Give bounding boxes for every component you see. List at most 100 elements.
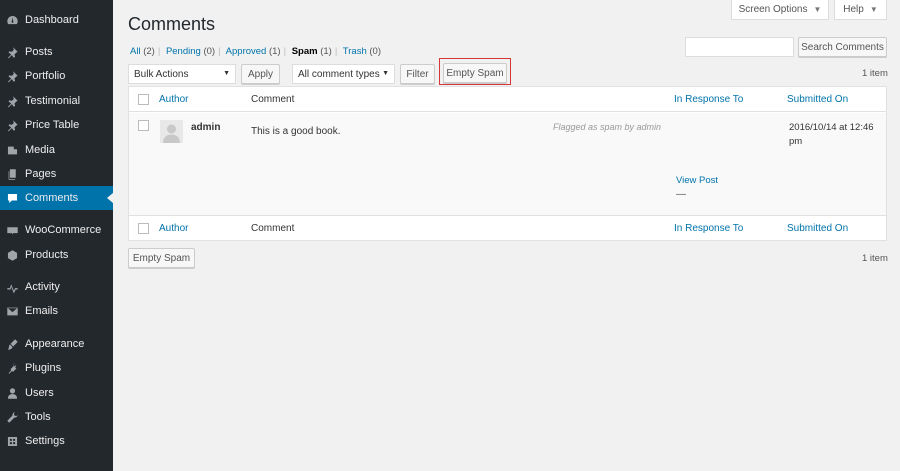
column-in-response-to[interactable]: In Response To <box>674 223 743 234</box>
sidebar-item-settings[interactable]: Settings <box>0 429 113 453</box>
pages-icon <box>5 167 19 181</box>
caret-down-icon: ▼ <box>869 5 878 14</box>
users-icon <box>5 386 19 400</box>
filter-trash-link[interactable]: Trash <box>343 46 367 57</box>
woocommerce-icon <box>5 223 19 237</box>
admin-sidebar: Dashboard Posts Portfolio Testimonial Pr… <box>0 0 113 471</box>
pin-icon <box>5 118 19 132</box>
help-button[interactable]: Help ▼ <box>834 0 887 20</box>
filter-spam-count: (1) <box>320 46 332 57</box>
sidebar-item-plugins[interactable]: Plugins <box>0 356 113 380</box>
sidebar-item-label: Testimonial <box>25 95 81 107</box>
screen-options-label: Screen Options <box>738 4 808 15</box>
sidebar-item-woocommerce[interactable]: WooCommerce <box>0 218 113 242</box>
filter-pending-count: (0) <box>203 46 216 57</box>
sidebar-item-price-table[interactable]: Price Table <box>0 113 113 137</box>
filter-trash-count: (0) <box>369 46 381 57</box>
table-footer: Author Comment In Response To Submitted … <box>129 215 886 240</box>
products-icon <box>5 248 19 262</box>
sidebar-item-label: Price Table <box>25 119 80 131</box>
comment-text: This is a good book. <box>251 126 341 137</box>
filter-approved-count: (1) <box>268 46 281 57</box>
sidebar-item-label: Comments <box>25 192 79 204</box>
avatar-silhouette-icon <box>160 120 183 143</box>
apply-button[interactable]: Apply <box>241 64 280 84</box>
search-input[interactable] <box>685 37 794 57</box>
search-comments-button[interactable]: Search Comments <box>798 37 887 57</box>
activity-icon <box>5 280 19 294</box>
filter-approved-link[interactable]: Approved <box>226 46 267 57</box>
separator: | <box>218 46 221 57</box>
spam-flag-text: Flagged as spam by admin <box>553 122 662 132</box>
column-author[interactable]: Author <box>159 94 188 105</box>
column-author[interactable]: Author <box>159 223 188 234</box>
sidebar-item-testimonial[interactable]: Testimonial <box>0 89 113 113</box>
caret-down-icon: ▼ <box>813 5 822 14</box>
pin-icon <box>5 45 19 59</box>
sidebar-item-label: Posts <box>25 46 53 58</box>
highlight-box <box>439 58 511 85</box>
sidebar-item-activity[interactable]: Activity <box>0 275 113 299</box>
sidebar-item-emails[interactable]: Emails <box>0 299 113 323</box>
sidebar-item-products[interactable]: Products <box>0 243 113 267</box>
avatar <box>160 120 183 143</box>
comments-icon <box>5 191 19 205</box>
pin-icon <box>5 69 19 83</box>
dropdown-arrow-icon: ▼ <box>382 70 389 77</box>
email-icon <box>5 304 19 318</box>
sidebar-item-tools[interactable]: Tools <box>0 405 113 429</box>
sidebar-item-label: Portfolio <box>25 70 66 82</box>
sidebar-item-label: Tools <box>25 411 51 423</box>
pending-count-dash: — <box>676 189 686 200</box>
help-label: Help <box>843 4 864 15</box>
sidebar-item-appearance[interactable]: Appearance <box>0 332 113 356</box>
status-filter-links: All (2) | Pending (0) | Approved (1) | Spam… <box>130 46 381 57</box>
table-header: Author Comment In Response To Submitted … <box>129 87 886 112</box>
submitted-date: 2016/10/14 at 12:46 pm <box>789 122 874 147</box>
column-comment: Comment <box>251 94 295 105</box>
comment-type-value: All comment types <box>298 68 380 80</box>
sidebar-item-dashboard[interactable]: Dashboard <box>0 8 113 32</box>
dropdown-arrow-icon: ▼ <box>223 70 230 77</box>
table-row: admin Flagged as spam by admin This is a… <box>129 113 886 215</box>
sidebar-item-pages[interactable]: Pages <box>0 162 113 186</box>
sidebar-item-label: WooCommerce <box>25 224 102 236</box>
bulk-actions-select[interactable]: Bulk Actions ▼ <box>128 64 236 84</box>
row-checkbox[interactable] <box>138 120 149 131</box>
sidebar-item-media[interactable]: Media <box>0 138 113 162</box>
sidebar-item-label: Activity <box>25 281 60 293</box>
separator: | <box>157 46 161 57</box>
sidebar-item-portfolio[interactable]: Portfolio <box>0 64 113 88</box>
dashboard-icon <box>5 13 19 27</box>
filter-spam-current: Spam <box>291 46 318 57</box>
column-in-response-to[interactable]: In Response To <box>674 94 743 105</box>
comment-author[interactable]: admin <box>191 122 220 133</box>
sidebar-item-label: Dashboard <box>25 14 79 26</box>
sidebar-item-comments[interactable]: Comments <box>0 186 113 210</box>
pin-icon <box>5 94 19 108</box>
sidebar-item-label: Media <box>25 144 55 156</box>
separator: | <box>334 46 338 57</box>
screen-options-button[interactable]: Screen Options ▼ <box>731 0 829 20</box>
select-all-checkbox-footer[interactable] <box>138 223 149 234</box>
sidebar-item-label: Pages <box>25 168 57 180</box>
column-submitted-on[interactable]: Submitted On <box>787 94 848 105</box>
filter-all-link[interactable]: All <box>130 46 141 57</box>
sidebar-item-label: Products <box>25 249 69 261</box>
column-submitted-on[interactable]: Submitted On <box>787 223 848 234</box>
comment-type-select[interactable]: All comment types ▼ <box>292 64 395 84</box>
filter-pending-link[interactable]: Pending <box>166 46 201 57</box>
items-count-bottom: 1 item <box>862 253 888 264</box>
items-count: 1 item <box>862 68 888 79</box>
sidebar-item-users[interactable]: Users <box>0 381 113 405</box>
brush-icon <box>5 337 19 351</box>
filter-all-count: (2) <box>143 46 155 57</box>
filter-button[interactable]: Filter <box>400 64 435 84</box>
wrench-icon <box>5 410 19 424</box>
column-comment: Comment <box>251 223 295 234</box>
select-all-checkbox[interactable] <box>138 94 149 105</box>
sidebar-item-label: Emails <box>25 305 59 317</box>
empty-spam-button-bottom[interactable]: Empty Spam <box>128 248 195 268</box>
sidebar-item-posts[interactable]: Posts <box>0 40 113 64</box>
view-post-link[interactable]: View Post <box>676 175 718 186</box>
